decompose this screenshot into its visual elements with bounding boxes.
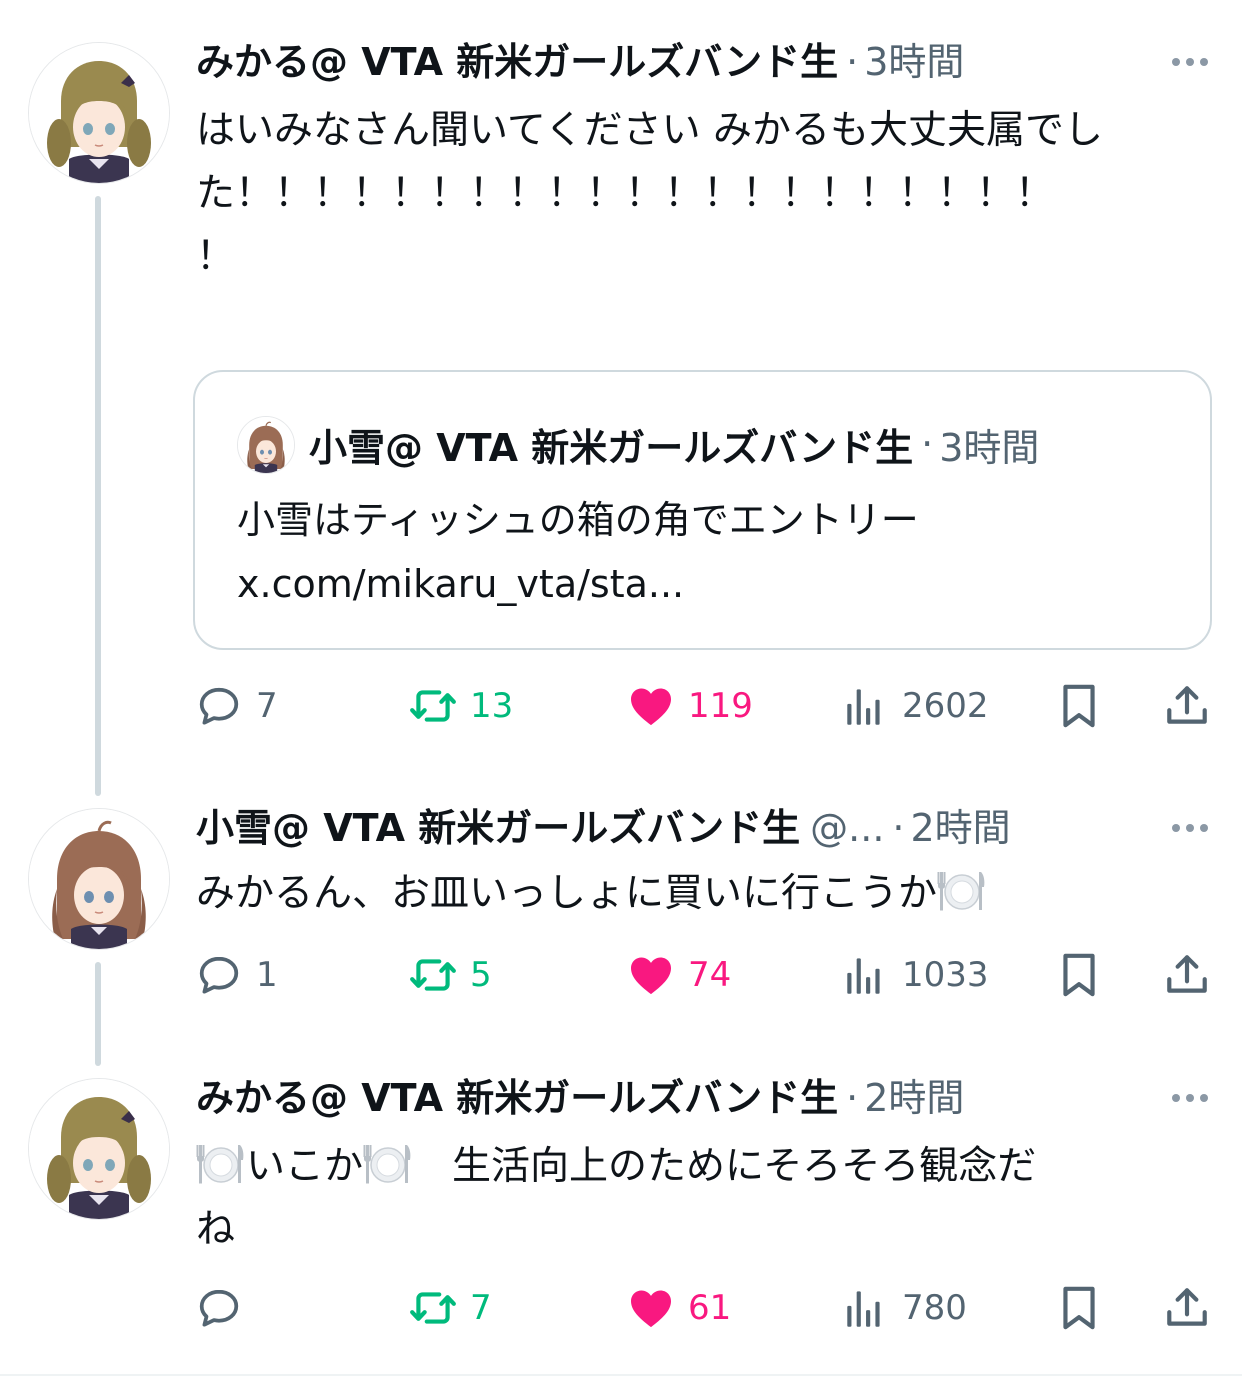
views-button[interactable]: 1033 bbox=[840, 945, 989, 1005]
share-icon bbox=[1162, 950, 1212, 1000]
tweet-header: 小雪@ VTA 新米ガールズバンド生 @... · 2時間 bbox=[196, 803, 1011, 853]
tweet-text: はいみなさん聞いてください みかるも大丈夫属でし た！！！！！！！！！！！！！！… bbox=[196, 99, 1206, 288]
reply-icon bbox=[194, 681, 244, 731]
tweet-text-segment: いこか bbox=[246, 1144, 364, 1189]
bookmark-icon bbox=[1054, 950, 1104, 1000]
quote-display-name: 小雪@ VTA 新米ガールズバンド生 bbox=[309, 425, 914, 470]
timestamp[interactable]: 2時間 bbox=[864, 1073, 964, 1123]
retweet-icon bbox=[408, 1283, 458, 1333]
plate-emoji bbox=[363, 1141, 413, 1187]
tweet-text-line: た！！！！！！！！！！！！！！！！！！！！！ bbox=[196, 171, 1055, 216]
retweet-count: 7 bbox=[470, 1288, 492, 1328]
tweet-text: いこか 生活向上のためにそろそろ観念だ ね bbox=[196, 1135, 1206, 1261]
bookmark-icon bbox=[1054, 681, 1104, 731]
like-count: 119 bbox=[688, 686, 753, 726]
display-name[interactable]: みかる@ VTA 新米ガールズバンド生 bbox=[196, 37, 838, 87]
quoted-tweet[interactable]: 小雪@ VTA 新米ガールズバンド生 · 3時間 小雪はティッシュの箱の角でエン… bbox=[193, 370, 1212, 650]
tweet-text-line: みかるん、お皿いっしょに買いに行こうか bbox=[196, 871, 938, 916]
retweet-icon bbox=[408, 681, 458, 731]
separator: · bbox=[846, 1076, 859, 1120]
action-bar: 7 61 780 bbox=[190, 1278, 1230, 1338]
quote-avatar bbox=[237, 416, 295, 474]
views-button[interactable]: 2602 bbox=[840, 676, 989, 736]
separator: · bbox=[892, 806, 905, 850]
share-button[interactable] bbox=[1162, 676, 1212, 736]
heart-icon bbox=[626, 1283, 676, 1333]
avatar[interactable] bbox=[28, 1078, 170, 1220]
like-count: 74 bbox=[688, 955, 732, 995]
display-name[interactable]: みかる@ VTA 新米ガールズバンド生 bbox=[196, 1073, 838, 1123]
bottom-divider bbox=[0, 1374, 1242, 1376]
share-icon bbox=[1162, 1283, 1212, 1333]
plate-emoji bbox=[196, 1141, 246, 1187]
tweet-text-line: はいみなさん聞いてください みかるも大丈夫属でし bbox=[196, 108, 1104, 153]
views-icon bbox=[840, 681, 890, 731]
tweet-text-line: ね bbox=[196, 1207, 236, 1252]
reply-count: 1 bbox=[256, 955, 278, 995]
views-button[interactable]: 780 bbox=[840, 1278, 967, 1338]
retweet-count: 13 bbox=[470, 686, 514, 726]
quote-link[interactable]: x.com/mikaru_vta/sta... bbox=[237, 552, 1177, 616]
share-icon bbox=[1162, 681, 1212, 731]
retweet-count: 5 bbox=[470, 955, 492, 995]
tweet-text-segment: 生活向上のためにそろそろ観念だ bbox=[413, 1144, 1037, 1189]
reply-count: 7 bbox=[256, 686, 278, 726]
share-button[interactable] bbox=[1162, 945, 1212, 1005]
tweet-header: みかる@ VTA 新米ガールズバンド生 · 3時間 bbox=[196, 37, 964, 87]
more-icon[interactable] bbox=[1162, 1088, 1218, 1108]
reply-icon bbox=[194, 1283, 244, 1333]
bookmark-icon bbox=[1054, 1283, 1104, 1333]
bookmark-button[interactable] bbox=[1054, 1278, 1104, 1338]
separator: · bbox=[846, 40, 859, 84]
quote-text-line: 小雪はティッシュの箱の角でエントリー bbox=[237, 498, 919, 542]
action-bar: 7 13 119 2602 bbox=[190, 676, 1230, 736]
timestamp[interactable]: 3時間 bbox=[864, 37, 964, 87]
avatar[interactable] bbox=[28, 808, 170, 950]
like-button[interactable]: 61 bbox=[626, 1278, 731, 1338]
reply-button[interactable] bbox=[194, 1278, 256, 1338]
timestamp[interactable]: 2時間 bbox=[911, 803, 1011, 853]
thread-line bbox=[95, 196, 101, 796]
display-name[interactable]: 小雪@ VTA 新米ガールズバンド生 bbox=[196, 803, 800, 853]
heart-icon bbox=[626, 950, 676, 1000]
like-count: 61 bbox=[688, 1288, 732, 1328]
heart-icon bbox=[626, 681, 676, 731]
plate-emoji bbox=[937, 868, 987, 914]
separator: · bbox=[921, 422, 934, 466]
tweet-text-line: いこか 生活向上のためにそろそろ観念だ bbox=[196, 1135, 1206, 1198]
share-button[interactable] bbox=[1162, 1278, 1212, 1338]
retweet-button[interactable]: 13 bbox=[408, 676, 513, 736]
handle[interactable]: @... bbox=[810, 803, 884, 853]
view-count: 1033 bbox=[902, 955, 989, 995]
quote-timestamp: 3時間 bbox=[939, 425, 1040, 470]
quote-text: 小雪はティッシュの箱の角でエントリー x.com/mikaru_vta/sta.… bbox=[237, 488, 1177, 616]
retweet-icon bbox=[408, 950, 458, 1000]
bookmark-button[interactable] bbox=[1054, 945, 1104, 1005]
quote-header: 小雪@ VTA 新米ガールズバンド生 · 3時間 bbox=[309, 416, 1039, 472]
like-button[interactable]: 74 bbox=[626, 945, 731, 1005]
more-icon[interactable] bbox=[1162, 52, 1218, 72]
views-icon bbox=[840, 950, 890, 1000]
view-count: 780 bbox=[902, 1288, 967, 1328]
reply-button[interactable]: 7 bbox=[194, 676, 278, 736]
view-count: 2602 bbox=[902, 686, 989, 726]
thread-line bbox=[95, 962, 101, 1066]
tweet-header: みかる@ VTA 新米ガールズバンド生 · 2時間 bbox=[196, 1073, 964, 1123]
tweet-text-line: ！ bbox=[196, 234, 236, 279]
tweet-text: みかるん、お皿いっしょに買いに行こうか bbox=[196, 862, 1206, 925]
more-icon[interactable] bbox=[1162, 818, 1218, 838]
retweet-button[interactable]: 7 bbox=[408, 1278, 492, 1338]
views-icon bbox=[840, 1283, 890, 1333]
reply-icon bbox=[194, 950, 244, 1000]
retweet-button[interactable]: 5 bbox=[408, 945, 492, 1005]
bookmark-button[interactable] bbox=[1054, 676, 1104, 736]
action-bar: 1 5 74 1033 bbox=[190, 945, 1230, 1005]
reply-button[interactable]: 1 bbox=[194, 945, 278, 1005]
like-button[interactable]: 119 bbox=[626, 676, 753, 736]
avatar[interactable] bbox=[28, 42, 170, 184]
